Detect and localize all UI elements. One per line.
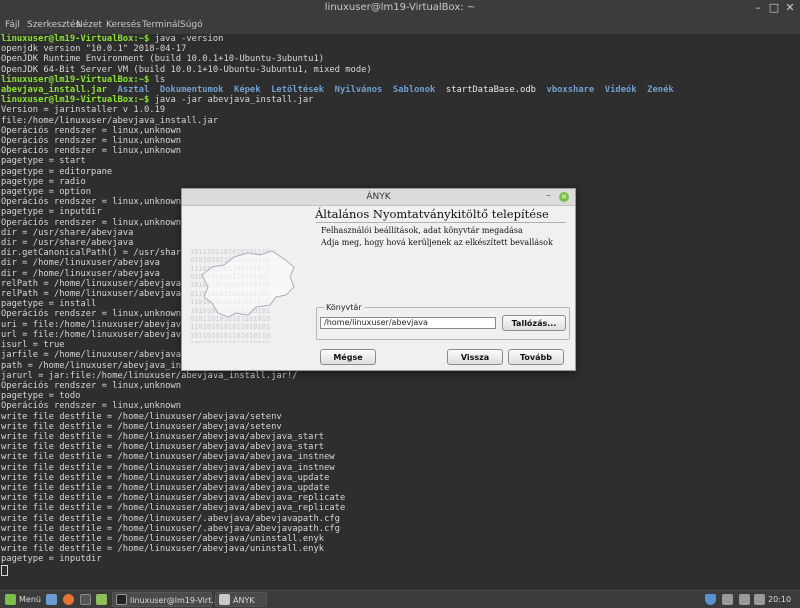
clock[interactable]: 20:10 bbox=[768, 595, 791, 604]
command-line: ls bbox=[149, 74, 166, 85]
browse-button[interactable]: Tallózás... bbox=[502, 315, 566, 331]
firefox-icon[interactable] bbox=[63, 594, 74, 605]
menu-file[interactable]: Fájl bbox=[5, 20, 20, 30]
taskbar-window-anyk[interactable]: ÁNYK bbox=[215, 592, 267, 607]
mint-logo-icon bbox=[5, 594, 16, 605]
prompt: linuxuser@lm19-VirtualBox:~$ bbox=[1, 74, 150, 85]
volume-icon[interactable] bbox=[754, 594, 765, 605]
java-app-icon bbox=[219, 594, 230, 605]
prompt: linuxuser@lm19-VirtualBox:~$ bbox=[1, 34, 150, 44]
menu-search[interactable]: Keresés bbox=[106, 20, 141, 30]
taskbar-window-label: linuxuser@lm19-Virt... bbox=[130, 596, 219, 605]
menu-edit[interactable]: Szerkesztés bbox=[27, 20, 80, 30]
dialog-minimize-icon[interactable]: – bbox=[546, 190, 551, 201]
dialog-heading: Általános Nyomtatványkitöltő telepítése bbox=[315, 207, 549, 221]
folder-path-input[interactable]: /home/linuxuser/abevjava bbox=[320, 317, 496, 329]
command-line: java -jar abevjava_install.jar bbox=[149, 95, 314, 106]
start-menu-label: Menü bbox=[19, 595, 41, 604]
installer-logo-hungary-map: 1011101101010101110 0101010110110000110 … bbox=[190, 231, 302, 343]
dialog-close-icon[interactable]: ✕ bbox=[559, 192, 569, 202]
minimize-icon[interactable]: – bbox=[751, 1, 765, 15]
terminal-titlebar: linuxuser@lm19-VirtualBox: ~ – □ ✕ bbox=[0, 0, 800, 17]
ls-directories: Asztal Dokumentumok Képek Letöltések Nyi… bbox=[117, 85, 436, 96]
terminal-menubar: Fájl Szerkesztés Nézet Keresés Terminál … bbox=[0, 17, 800, 34]
heading-divider bbox=[316, 222, 566, 223]
start-menu-button[interactable]: Menü bbox=[2, 591, 42, 608]
folder-legend: Könyvtár bbox=[324, 303, 364, 312]
clipboard-icon[interactable] bbox=[739, 594, 750, 605]
command-output: openjdk version "10.0.1" 2018-04-17 Open… bbox=[1, 44, 372, 75]
ls-directories: vboxshare Videók Zenék bbox=[546, 85, 674, 96]
command-line: java -version bbox=[149, 34, 224, 44]
cancel-button[interactable]: Mégse bbox=[320, 349, 376, 365]
maximize-icon[interactable]: □ bbox=[767, 1, 781, 15]
prompt: linuxuser@lm19-VirtualBox:~$ bbox=[1, 95, 150, 106]
terminal-launcher-icon[interactable] bbox=[80, 594, 91, 605]
menu-help[interactable]: Súgó bbox=[180, 20, 203, 30]
network-icon[interactable] bbox=[722, 594, 733, 605]
dialog-instruction: Adja meg, hogy hová kerüljenek az elkész… bbox=[321, 238, 553, 247]
taskbar: Menü linuxuser@lm19-Virt... ÁNYK 20:10 bbox=[0, 590, 800, 608]
shield-icon[interactable] bbox=[705, 594, 716, 605]
dialog-title: ÁNYK bbox=[366, 192, 391, 202]
dialog-titlebar: ÁNYK – ✕ bbox=[182, 189, 575, 206]
close-icon[interactable]: ✕ bbox=[783, 1, 797, 15]
terminal-cursor bbox=[1, 564, 8, 576]
show-desktop-icon[interactable] bbox=[46, 594, 57, 605]
hungary-map-icon bbox=[201, 250, 295, 318]
taskbar-window-terminal[interactable]: linuxuser@lm19-Virt... bbox=[112, 592, 219, 607]
terminal-icon bbox=[116, 594, 127, 605]
back-button[interactable]: Vissza bbox=[447, 349, 503, 365]
menu-view[interactable]: Nézet bbox=[76, 20, 102, 30]
dialog-subtitle: Felhasználói beállítások, adat könyvtár … bbox=[321, 226, 523, 235]
ls-file: startDataBase.odb bbox=[445, 85, 536, 96]
files-icon[interactable] bbox=[96, 594, 107, 605]
ls-jar-file: abevjava_install.jar bbox=[1, 85, 107, 96]
next-button[interactable]: Tovább bbox=[508, 349, 564, 365]
terminal-title: linuxuser@lm19-VirtualBox: ~ bbox=[324, 2, 476, 13]
installer-dialog: ÁNYK – ✕ 1011101101010101110 01010101101… bbox=[181, 188, 576, 371]
taskbar-window-label: ÁNYK bbox=[233, 596, 255, 605]
menu-terminal[interactable]: Terminál bbox=[142, 20, 180, 30]
